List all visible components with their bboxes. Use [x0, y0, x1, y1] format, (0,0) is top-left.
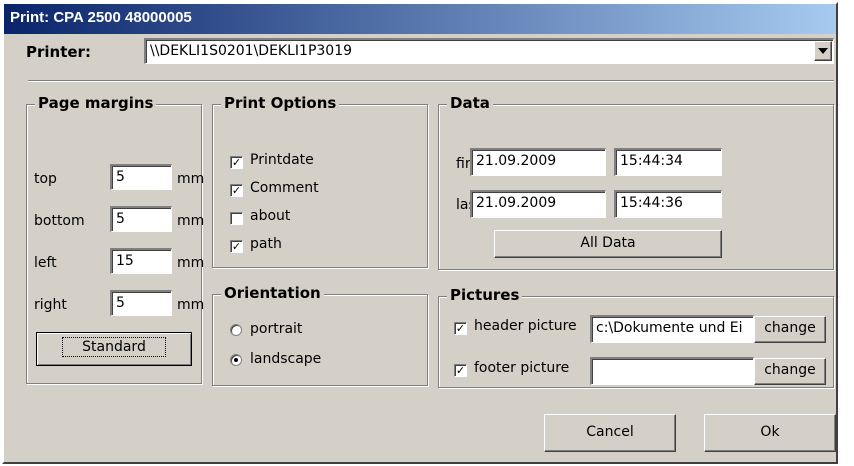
header-change-button[interactable]: change: [754, 316, 826, 343]
header-picture-checkbox[interactable]: ✓: [454, 322, 467, 335]
landscape-radio[interactable]: [230, 354, 242, 366]
orientation-group: Orientation: [212, 284, 428, 386]
comment-label[interactable]: Comment: [250, 180, 319, 196]
cancel-label: Cancel: [586, 424, 634, 440]
ok-button[interactable]: Ok: [704, 414, 836, 452]
last-date-value: 21.09.2009: [476, 195, 557, 211]
margin-right-label: right: [34, 297, 67, 313]
first-time-input[interactable]: 15:44:34: [614, 148, 722, 176]
header-picture-input[interactable]: c:\Dokumente und Ei: [590, 315, 754, 343]
print-options-title: Print Options: [221, 94, 340, 112]
title-bar[interactable]: Print: CPA 2500 48000005: [4, 4, 836, 34]
comment-checkbox[interactable]: ✓: [230, 184, 243, 197]
header-change-label: change: [764, 320, 816, 336]
margin-bottom-label: bottom: [34, 213, 85, 229]
data-title: Data: [447, 94, 493, 112]
margin-left-unit: mm: [177, 255, 205, 271]
footer-picture-checkbox[interactable]: ✓: [454, 364, 467, 377]
footer-picture-label[interactable]: footer picture: [474, 360, 569, 376]
header-picture-value: c:\Dokumente und Ei: [596, 320, 743, 336]
margin-right-value: 5: [116, 295, 125, 311]
footer-change-button[interactable]: change: [754, 358, 826, 385]
cancel-button[interactable]: Cancel: [544, 414, 676, 452]
radio-dot-icon: [234, 358, 238, 362]
margin-right-unit: mm: [177, 297, 205, 313]
printdate-checkbox[interactable]: ✓: [230, 156, 243, 169]
margin-top-value: 5: [116, 169, 125, 185]
chevron-down-icon: [818, 48, 828, 54]
margin-right-input[interactable]: 5: [110, 290, 172, 316]
margin-left-label: left: [34, 255, 57, 271]
window-title: Print: CPA 2500 48000005: [10, 9, 192, 26]
page-margins-title: Page margins: [35, 94, 157, 112]
printer-select[interactable]: \\DEKLI1S0201\DEKLI1P3019: [144, 38, 834, 64]
path-checkbox[interactable]: ✓: [230, 240, 243, 253]
margin-bottom-unit: mm: [177, 213, 205, 229]
printer-value: \\DEKLI1S0201\DEKLI1P3019: [150, 43, 353, 59]
portrait-label[interactable]: portrait: [250, 321, 302, 337]
path-label[interactable]: path: [250, 236, 282, 252]
margin-left-value: 15: [116, 253, 134, 269]
ok-label: Ok: [760, 424, 780, 440]
standard-label: Standard: [62, 337, 166, 357]
orientation-title: Orientation: [221, 284, 324, 302]
landscape-label[interactable]: landscape: [250, 351, 321, 367]
header-picture-label[interactable]: header picture: [474, 318, 577, 334]
footer-picture-input[interactable]: [590, 357, 754, 385]
all-data-label: All Data: [580, 235, 636, 251]
first-date-input[interactable]: 21.09.2009: [470, 148, 606, 176]
printdate-label[interactable]: Printdate: [250, 152, 314, 168]
print-dialog: Print: CPA 2500 48000005 Printer: \\DEKL…: [2, 2, 838, 464]
last-time-value: 15:44:36: [620, 195, 683, 211]
portrait-radio[interactable]: [230, 324, 242, 336]
pictures-title: Pictures: [447, 286, 523, 304]
separator: [28, 80, 834, 82]
margin-top-input[interactable]: 5: [110, 164, 172, 190]
margin-top-unit: mm: [177, 171, 205, 187]
first-time-value: 15:44:34: [620, 153, 683, 169]
last-date-input[interactable]: 21.09.2009: [470, 190, 606, 218]
margin-bottom-value: 5: [116, 211, 125, 227]
footer-change-label: change: [764, 362, 816, 378]
standard-button[interactable]: Standard: [36, 332, 192, 366]
printer-dropdown-button[interactable]: [814, 41, 832, 61]
last-time-input[interactable]: 15:44:36: [614, 190, 722, 218]
margin-top-label: top: [34, 171, 57, 187]
print-options-group: Print Options: [212, 94, 428, 268]
about-checkbox[interactable]: [230, 212, 243, 225]
about-label[interactable]: about: [250, 208, 290, 224]
margin-bottom-input[interactable]: 5: [110, 206, 172, 232]
first-date-value: 21.09.2009: [476, 153, 557, 169]
margin-left-input[interactable]: 15: [110, 248, 172, 274]
all-data-button[interactable]: All Data: [494, 230, 722, 258]
printer-label: Printer:: [26, 43, 91, 61]
